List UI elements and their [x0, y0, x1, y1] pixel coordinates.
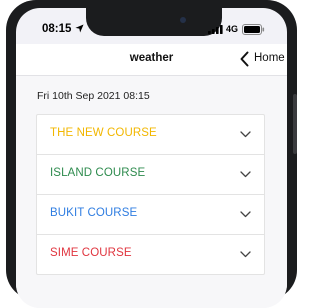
front-camera: [180, 17, 186, 23]
course-item-island-course[interactable]: ISLAND COURSE: [37, 155, 264, 195]
cellular-signal-icon: [208, 25, 223, 34]
location-arrow-icon: [75, 24, 84, 33]
date-time-label: Fri 10th Sep 2021 08:15: [37, 90, 150, 102]
course-name: ISLAND COURSE: [50, 167, 146, 179]
phone-notch: [86, 8, 222, 36]
battery-icon: [242, 24, 265, 35]
phone-side-button: [293, 94, 297, 154]
course-name: SIME COURSE: [50, 247, 132, 259]
navigation-bar: weather Home: [16, 44, 287, 76]
course-name: THE NEW COURSE: [50, 127, 157, 139]
course-item-sime-course[interactable]: SIME COURSE: [37, 235, 264, 274]
course-list: THE NEW COURSE ISLAND COURSE BUKIT COURS…: [36, 114, 265, 275]
chevron-left-icon: [240, 51, 249, 67]
phone-frame: 08:15 4G weather Home Fri 10th Sep 2021 …: [6, 0, 297, 308]
chevron-down-icon: [240, 171, 251, 178]
main-content: Fri 10th Sep 2021 08:15 THE NEW COURSE I…: [16, 76, 287, 308]
phone-screen: 08:15 4G weather Home Fri 10th Sep 2021 …: [16, 8, 287, 308]
back-button-label: Home: [254, 52, 285, 64]
chevron-down-icon: [240, 131, 251, 138]
status-time: 08:15: [42, 23, 72, 35]
chevron-down-icon: [240, 251, 251, 258]
course-name: BUKIT COURSE: [50, 207, 138, 219]
course-item-the-new-course[interactable]: THE NEW COURSE: [37, 115, 264, 155]
course-item-bukit-course[interactable]: BUKIT COURSE: [37, 195, 264, 235]
chevron-down-icon: [240, 211, 251, 218]
network-type: 4G: [226, 24, 239, 34]
status-bar: 08:15 4G: [16, 8, 287, 44]
